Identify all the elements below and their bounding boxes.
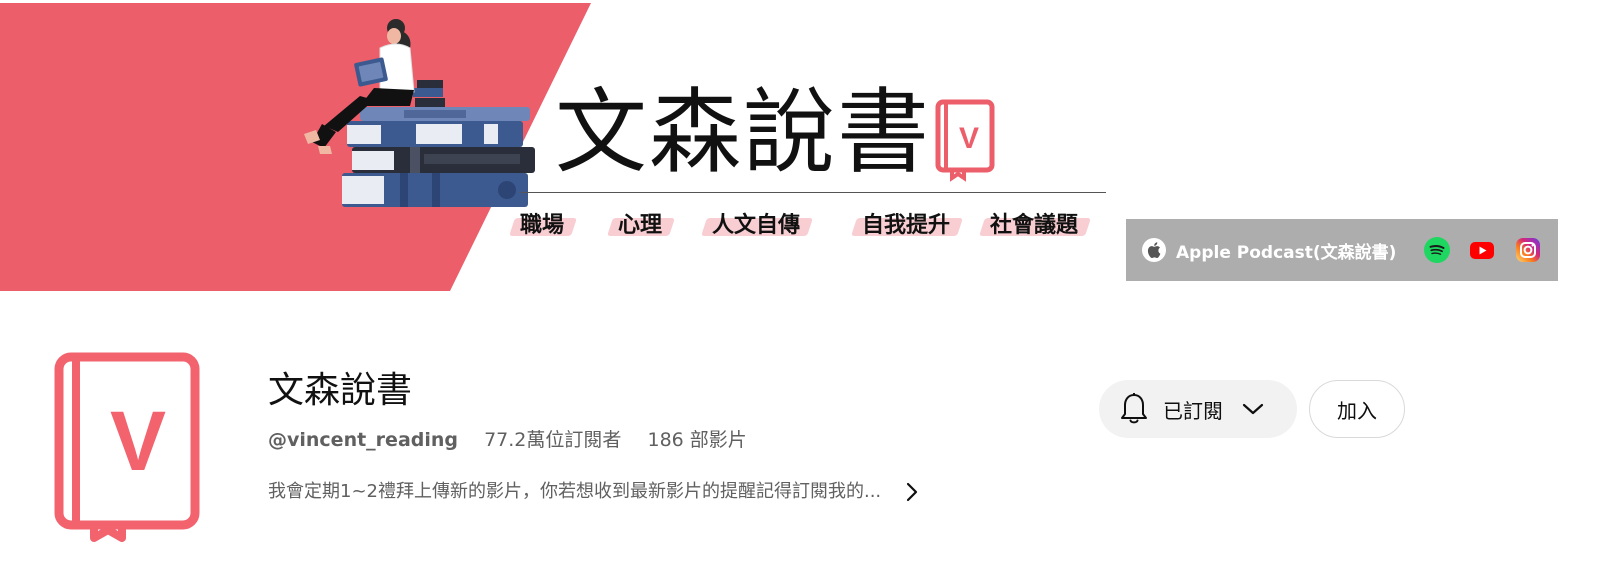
channel-handle: @vincent_reading	[268, 429, 458, 451]
banner-tag-humanities: 人文自傳	[712, 208, 800, 244]
channel-name: 文森說書	[268, 370, 413, 411]
channel-avatar[interactable]: V	[54, 352, 200, 542]
channel-description: 我會定期1~2禮拜上傳新的影片，你若想收到最新影片的提醒記得訂閱我的...	[268, 481, 882, 502]
avatar-letter: V	[110, 394, 166, 488]
channel-meta: @vincent_reading 77.2萬位訂閱者 186 部影片	[268, 426, 747, 454]
join-button[interactable]: 加入	[1309, 380, 1405, 438]
banner-tag-self-improvement: 自我提升	[862, 208, 950, 244]
banner-tag-social-issues: 社會議題	[990, 208, 1078, 244]
channel-description-link[interactable]: 我會定期1~2禮拜上傳新的影片，你若想收到最新影片的提醒記得訂閱我的...	[268, 478, 921, 506]
banner-tag-psychology: 心理	[618, 208, 662, 244]
chevron-down-icon	[1242, 403, 1264, 415]
banner-tags: 職場 心理 人文自傳 自我提升 社會議題	[0, 0, 1602, 292]
subscriber-count: 77.2萬位訂閱者	[484, 429, 622, 451]
bell-icon	[1121, 393, 1147, 424]
channel-banner: V 文森說書 職場 心理 人文自傳 自我提升 社會議題	[0, 0, 1602, 292]
chevron-right-icon	[907, 482, 918, 502]
banner-tag-workplace: 職場	[520, 208, 564, 244]
subscribed-button[interactable]: 已訂閱	[1099, 380, 1297, 438]
subscribed-label: 已訂閱	[1163, 398, 1223, 423]
video-count: 186 部影片	[647, 429, 747, 451]
